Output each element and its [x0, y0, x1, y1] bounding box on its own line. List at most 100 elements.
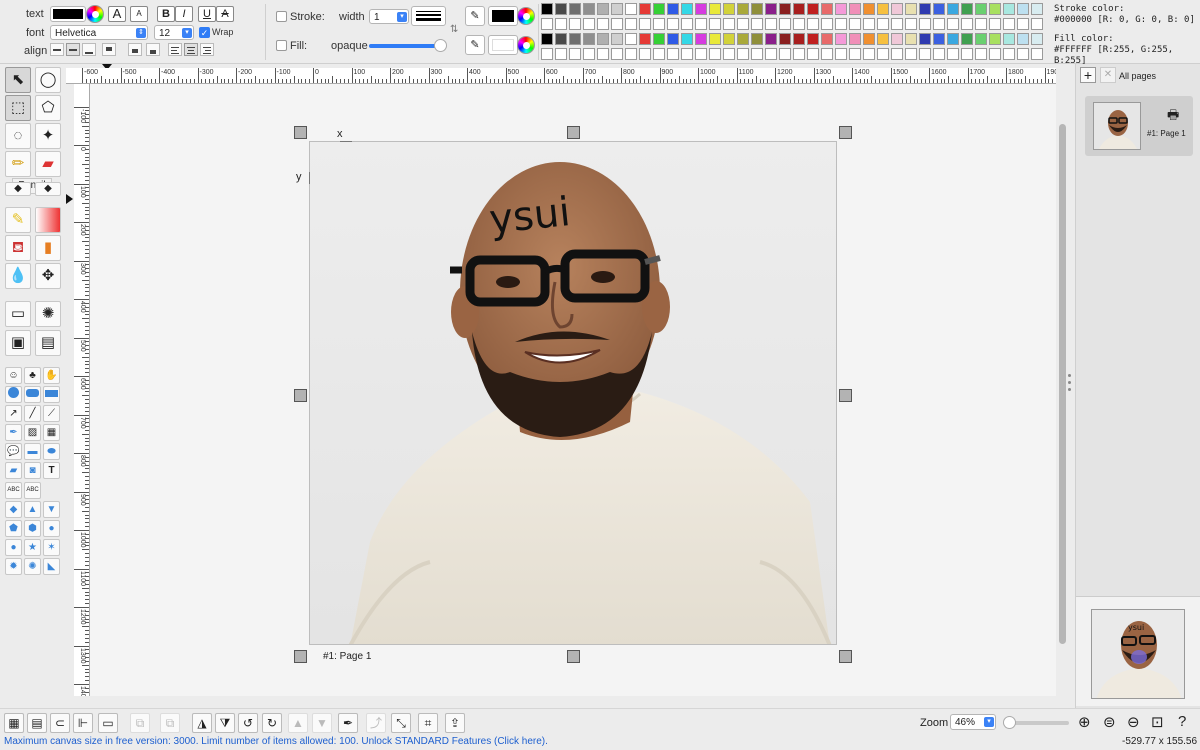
stroke-palette-swatch[interactable]	[555, 3, 567, 15]
zoom-out-icon[interactable]: ⊖	[1127, 713, 1140, 731]
highlighter-tool-icon[interactable]: ✎	[5, 207, 31, 233]
rect-callout-icon[interactable]: ▰	[5, 462, 22, 479]
fill-palette-custom-swatch[interactable]	[863, 48, 875, 60]
fill-palette-custom-swatch[interactable]	[723, 48, 735, 60]
stroke-palette-swatch[interactable]	[1003, 3, 1015, 15]
fill-palette-swatch[interactable]	[611, 33, 623, 45]
fill-palette-swatch[interactable]	[1031, 33, 1043, 45]
strikethrough-button[interactable]: A	[216, 6, 234, 22]
rect-select-tool-icon[interactable]: ⬚	[5, 95, 31, 121]
fill-palette-swatch[interactable]	[919, 33, 931, 45]
bring-forward-icon[interactable]: ▲	[288, 713, 308, 733]
stroke-palette-custom-swatch[interactable]	[681, 18, 693, 30]
fill-palette-swatch[interactable]	[877, 33, 889, 45]
stroke-palette-custom-swatch[interactable]	[793, 18, 805, 30]
right-triangle-shape-icon[interactable]: ◣	[43, 558, 60, 575]
fill-palette-swatch[interactable]	[597, 33, 609, 45]
stroke-palette-swatch[interactable]	[541, 3, 553, 15]
fill-palette-custom-swatch[interactable]	[961, 48, 973, 60]
magic-wand-tool-icon[interactable]: ✦	[35, 123, 61, 149]
fill-palette-custom-swatch[interactable]	[1003, 48, 1015, 60]
fill-palette-swatch[interactable]	[569, 33, 581, 45]
resize-handle-top[interactable]	[567, 126, 580, 139]
fill-palette-custom-swatch[interactable]	[1017, 48, 1029, 60]
fill-palette-custom-swatch[interactable]	[555, 48, 567, 60]
fill-palette-custom-swatch[interactable]	[933, 48, 945, 60]
image-tool-icon[interactable]: ▣	[5, 330, 31, 356]
pen-shape-icon[interactable]: ✒	[5, 424, 22, 441]
stroke-palette-custom-swatch[interactable]	[737, 18, 749, 30]
zoom-fit-icon[interactable]: ⊜	[1103, 713, 1116, 731]
lasso-tool-icon[interactable]: ◯	[35, 67, 61, 93]
stroke-palette-swatch[interactable]	[569, 3, 581, 15]
gradient-tool-icon[interactable]	[35, 207, 61, 233]
fill-palette-swatch[interactable]	[541, 33, 553, 45]
page-thumbnail-item[interactable]: 🖶 #1: Page 1	[1085, 96, 1193, 156]
callout-bubble-icon[interactable]: ▬	[24, 443, 41, 460]
curved-text-icon[interactable]: ABC	[5, 482, 22, 499]
window-icon[interactable]: ▭	[98, 713, 118, 733]
fill-palette-swatch[interactable]	[793, 33, 805, 45]
fill-palette-swatch[interactable]	[765, 33, 777, 45]
stroke-palette-custom-swatch[interactable]	[933, 18, 945, 30]
opacity-slider[interactable]	[369, 39, 447, 52]
eraser-tool-icon[interactable]: ▰	[35, 151, 61, 177]
brush-tool-icon[interactable]: ◆	[5, 182, 31, 196]
stroke-palette-custom-swatch[interactable]	[877, 18, 889, 30]
stroke-palette-swatch[interactable]	[779, 3, 791, 15]
stroke-palette-swatch[interactable]	[891, 3, 903, 15]
fill-palette-custom-swatch[interactable]	[1031, 48, 1043, 60]
resize-handle-bottom-left[interactable]	[294, 650, 307, 663]
stroke-palette-custom-swatch[interactable]	[1031, 18, 1043, 30]
stroke-color-well[interactable]	[488, 6, 518, 26]
resize-handle-left[interactable]	[294, 389, 307, 402]
arrow-shape-icon[interactable]: ↗	[5, 405, 22, 422]
blur-tool-icon[interactable]: 💧	[5, 263, 31, 289]
stroke-palette-swatch[interactable]	[597, 3, 609, 15]
snap-icon[interactable]: ▤	[27, 713, 47, 733]
fill-palette-swatch[interactable]	[695, 33, 707, 45]
resize-handle-bottom[interactable]	[567, 650, 580, 663]
stroke-palette-swatch[interactable]	[723, 3, 735, 15]
fill-palette-swatch[interactable]	[891, 33, 903, 45]
path-text-icon[interactable]: ABC	[24, 482, 41, 499]
print-icon[interactable]: 🖶	[1167, 106, 1179, 128]
valign-middle-button[interactable]	[66, 43, 80, 56]
remove-page-button[interactable]: ✕	[1100, 67, 1116, 83]
panel-resize-grip-icon[interactable]	[1068, 374, 1072, 396]
fill-palette-swatch[interactable]	[933, 33, 945, 45]
stroke-palette-swatch[interactable]	[877, 3, 889, 15]
flip-horizontal-icon[interactable]: ◮	[192, 713, 212, 733]
send-backward-icon[interactable]: ▼	[312, 713, 332, 733]
stroke-palette-swatch[interactable]	[905, 3, 917, 15]
stroke-palette-custom-swatch[interactable]	[975, 18, 987, 30]
polyline-shape-icon[interactable]: ⟋	[43, 405, 60, 422]
pencil-tool-icon[interactable]: ✏	[5, 151, 31, 177]
fill-color-well[interactable]	[488, 35, 518, 55]
fill-palette-swatch[interactable]	[975, 33, 987, 45]
zoom-actual-icon[interactable]: ⊡	[1151, 713, 1164, 731]
magnet-icon[interactable]: ⊂	[50, 713, 70, 733]
fill-palette-swatch[interactable]	[863, 33, 875, 45]
stroke-palette-custom-swatch[interactable]	[821, 18, 833, 30]
font-size-select[interactable]: 12 ▾	[154, 25, 194, 40]
stroke-palette-custom-swatch[interactable]	[891, 18, 903, 30]
fill-palette-custom-swatch[interactable]	[919, 48, 931, 60]
guides-icon[interactable]: ⊩	[73, 713, 93, 733]
stroke-palette-custom-swatch[interactable]	[583, 18, 595, 30]
fill-palette-custom-swatch[interactable]	[737, 48, 749, 60]
stroke-palette-custom-swatch[interactable]	[947, 18, 959, 30]
fill-palette-custom-swatch[interactable]	[975, 48, 987, 60]
fill-palette-custom-swatch[interactable]	[989, 48, 1001, 60]
fill-palette-swatch[interactable]	[709, 33, 721, 45]
stroke-checkbox[interactable]	[276, 11, 287, 22]
fill-palette-custom-swatch[interactable]	[653, 48, 665, 60]
text-tool-icon[interactable]: T	[43, 462, 60, 479]
picture-shape-icon[interactable]: ▨	[24, 424, 41, 441]
stroke-palette-custom-swatch[interactable]	[751, 18, 763, 30]
line-style-select[interactable]	[411, 6, 446, 26]
stroke-eyedropper-icon[interactable]: ✎	[465, 6, 485, 26]
fill-palette-custom-swatch[interactable]	[583, 48, 595, 60]
paint-bucket-tool-icon[interactable]: ⛾	[5, 235, 31, 261]
stroke-palette-swatch[interactable]	[583, 3, 595, 15]
